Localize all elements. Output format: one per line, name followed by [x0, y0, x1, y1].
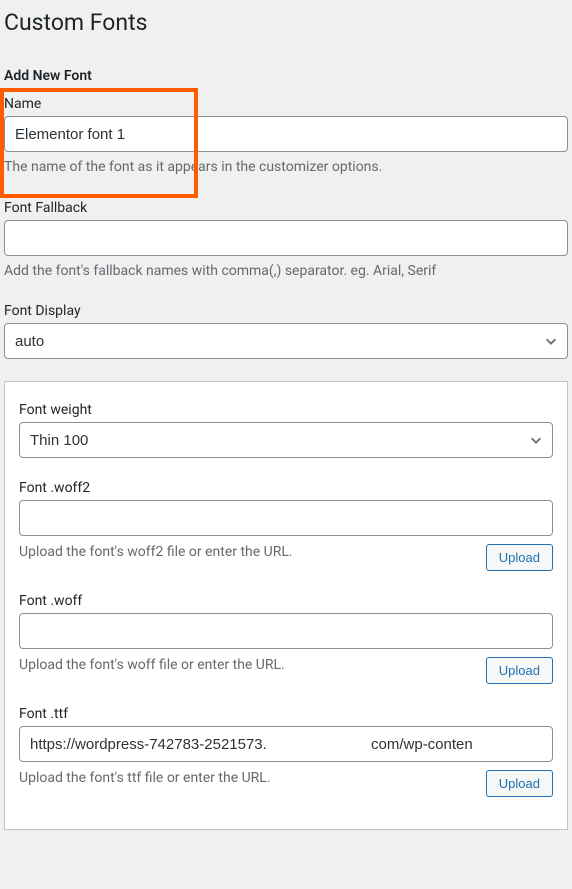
woff-label: Font .woff [19, 593, 553, 609]
section-title: Add New Font [4, 60, 572, 88]
fallback-field-group: Font Fallback Add the font's fallback na… [4, 200, 568, 282]
weight-select[interactable]: Thin 100 [19, 422, 553, 458]
ttf-upload-button[interactable]: Upload [486, 770, 553, 797]
ttf-label: Font .ttf [19, 706, 553, 722]
woff2-upload-button[interactable]: Upload [486, 544, 553, 571]
woff-field-group: Font .woff Upload the font's woff file o… [19, 593, 553, 684]
display-label: Font Display [4, 303, 568, 319]
ttf-field-group: Font .ttf Upload the font's ttf file or … [19, 706, 553, 797]
variant-panel: Font weight Thin 100 Font .woff2 Upload … [4, 381, 568, 830]
name-input[interactable] [4, 116, 568, 152]
fallback-input[interactable] [4, 220, 568, 256]
woff2-help: Upload the font's woff2 file or enter th… [19, 544, 474, 560]
display-field-group: Font Display auto [4, 303, 568, 359]
woff2-input[interactable] [19, 500, 553, 536]
name-label: Name [4, 96, 568, 112]
ttf-input[interactable] [19, 726, 553, 762]
woff2-label: Font .woff2 [19, 480, 553, 496]
ttf-help: Upload the font's ttf file or enter the … [19, 770, 474, 786]
woff-input[interactable] [19, 613, 553, 649]
fallback-help: Add the font's fallback names with comma… [4, 262, 568, 282]
woff-upload-button[interactable]: Upload [486, 657, 553, 684]
name-help: The name of the font as it appears in th… [4, 158, 568, 178]
woff2-field-group: Font .woff2 Upload the font's woff2 file… [19, 480, 553, 571]
name-field-group: Name The name of the font as it appears … [4, 96, 568, 178]
weight-field-group: Font weight Thin 100 [19, 402, 553, 458]
fallback-label: Font Fallback [4, 200, 568, 216]
weight-label: Font weight [19, 402, 553, 418]
display-select[interactable]: auto [4, 323, 568, 359]
woff-help: Upload the font's woff file or enter the… [19, 657, 474, 673]
page-title: Custom Fonts [4, 0, 572, 40]
